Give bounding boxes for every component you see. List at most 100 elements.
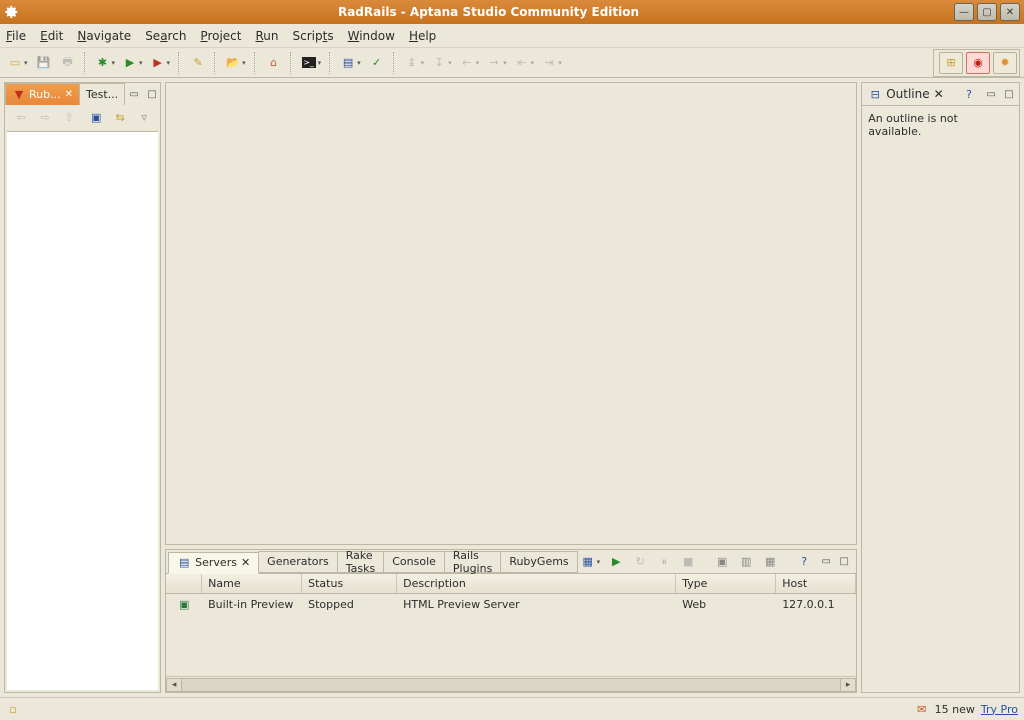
open-perspective-button[interactable]: ⊞ <box>939 52 963 74</box>
scroll-left-icon[interactable]: ◂ <box>166 678 182 692</box>
tab-label: Generators <box>267 555 329 568</box>
open-type-button[interactable]: 📂 <box>223 52 249 74</box>
outline-help-button[interactable]: ? <box>958 83 980 105</box>
close-icon[interactable]: ✕ <box>65 89 73 100</box>
home-button[interactable]: ⌂ <box>263 52 285 74</box>
nav-btn-5: ⇤ <box>512 52 538 74</box>
search-button[interactable]: ✎ <box>187 52 209 74</box>
view-btn-1[interactable]: ▣ <box>711 551 733 573</box>
print-button: 🖶 <box>57 52 79 74</box>
outline-icon: ⊟ <box>868 87 882 101</box>
nav-fwd-button: ⇨ <box>34 106 56 128</box>
maximize-panel-button[interactable]: □ <box>144 87 160 101</box>
tab-servers[interactable]: ▤ Servers ✕ <box>168 552 259 574</box>
minimize-panel-button[interactable]: ▭ <box>126 87 142 101</box>
minimize-button[interactable]: — <box>954 3 974 21</box>
horizontal-scrollbar[interactable]: ◂ ▸ <box>166 676 856 692</box>
outline-maximize-button[interactable]: □ <box>1001 87 1017 101</box>
cell-description: HTML Preview Server <box>397 598 676 611</box>
menu-project[interactable]: Project <box>200 29 241 43</box>
servers-table-body: ▣ Built-in Preview Stopped HTML Preview … <box>166 594 856 692</box>
start-server-button[interactable]: ▶ <box>605 551 627 573</box>
nav-btn-6: ⇥ <box>539 52 565 74</box>
menu-scripts[interactable]: Scripts <box>293 29 334 43</box>
tab-label: RubyGems <box>509 555 568 568</box>
tab-generators[interactable]: Generators <box>258 551 338 573</box>
link-editor-button[interactable]: ⇆ <box>109 106 131 128</box>
tab-label: Servers <box>195 556 237 569</box>
menubar: File Edit Navigate Search Project Run Sc… <box>0 24 1024 48</box>
nav-back-button: ⇦ <box>10 106 32 128</box>
menu-run[interactable]: Run <box>255 29 278 43</box>
tab-label: Test... <box>86 88 118 101</box>
check-button[interactable]: ✓ <box>366 52 388 74</box>
debug-button[interactable]: ✱ <box>93 52 119 74</box>
collapse-all-button[interactable]: ▣ <box>85 106 107 128</box>
new-button[interactable]: ▭ <box>5 52 31 74</box>
close-icon[interactable]: ✕ <box>934 87 944 101</box>
outline-panel: ⊟ Outline ✕ ? ▭ □ An outline is not avai… <box>861 82 1020 693</box>
menu-navigate[interactable]: Navigate <box>77 29 131 43</box>
outline-message: An outline is not available. <box>868 112 958 138</box>
stop-server-button: ■ <box>677 551 699 573</box>
col-name[interactable]: Name <box>202 574 302 593</box>
view-btn-3[interactable]: ▦ <box>759 551 781 573</box>
menu-search[interactable]: Search <box>145 29 186 43</box>
tab-ruby-explorer[interactable]: ▼ Rub... ✕ <box>5 83 80 105</box>
col-description[interactable]: Description <box>397 574 676 593</box>
run-button[interactable]: ▶ <box>120 52 146 74</box>
bottom-maximize-button[interactable]: □ <box>836 555 852 569</box>
add-server-button[interactable]: ▦ <box>578 551 604 573</box>
explorer-toolbar: ⇦ ⇨ ⇧ ▣ ⇆ ▿ <box>5 105 160 129</box>
menu-file[interactable]: File <box>6 29 26 43</box>
col-status[interactable]: Status <box>302 574 397 593</box>
tab-label: Rails Plugins <box>453 549 492 575</box>
status-new-count: 15 new <box>935 703 975 716</box>
try-pro-link[interactable]: Try Pro <box>981 703 1018 716</box>
nav-up-button: ⇧ <box>58 106 80 128</box>
outline-minimize-button[interactable]: ▭ <box>983 87 999 101</box>
servers-toolbar-button[interactable]: ▤ <box>338 52 364 74</box>
tab-console[interactable]: Console <box>383 551 445 573</box>
help-button[interactable]: ? <box>793 551 815 573</box>
editor-panel: ▭ □ <box>165 82 857 545</box>
forward-button: → <box>484 52 510 74</box>
explorer-panel: ▼ Rub... ✕ Test... ▭ □ ⇦ ⇨ ⇧ ▣ ⇆ ▿ <box>4 82 161 693</box>
maximize-button[interactable]: ▢ <box>977 3 997 21</box>
outline-header: ⊟ Outline ✕ ? ▭ □ <box>862 83 1019 105</box>
run-last-button[interactable]: ▶ <box>148 52 174 74</box>
restart-server-button: ↻ <box>629 551 651 573</box>
terminal-button[interactable]: >_ <box>299 52 325 74</box>
menu-edit[interactable]: Edit <box>40 29 63 43</box>
perspective-other[interactable]: ✹ <box>993 52 1017 74</box>
tab-rubygems[interactable]: RubyGems <box>500 551 577 573</box>
perspective-radrails[interactable]: ◉ <box>966 52 990 74</box>
cell-host: 127.0.0.1 <box>776 598 856 611</box>
view-btn-2[interactable]: ▥ <box>735 551 757 573</box>
status-icon: ▫ <box>6 702 20 716</box>
bottom-minimize-button[interactable]: ▭ <box>818 555 834 569</box>
servers-table-header: Name Status Description Type Host <box>166 574 856 594</box>
scroll-right-icon[interactable]: ▸ <box>840 678 856 692</box>
explorer-tabs: ▼ Rub... ✕ Test... ▭ □ <box>5 83 160 105</box>
close-window-button[interactable]: ✕ <box>1000 3 1020 21</box>
tab-rails-plugins[interactable]: Rails Plugins <box>444 551 501 573</box>
table-row[interactable]: ▣ Built-in Preview Stopped HTML Preview … <box>166 594 856 614</box>
tab-test[interactable]: Test... <box>79 83 125 105</box>
menu-window[interactable]: Window <box>348 29 395 43</box>
col-host[interactable]: Host <box>776 574 856 593</box>
app-gear-icon <box>4 4 20 20</box>
editor-area[interactable] <box>170 87 852 540</box>
menu-help[interactable]: Help <box>409 29 436 43</box>
pause-server-button: ⏸ <box>653 551 675 573</box>
explorer-content[interactable] <box>7 131 158 690</box>
col-type[interactable]: Type <box>676 574 776 593</box>
back-button: ← <box>457 52 483 74</box>
close-icon[interactable]: ✕ <box>241 556 250 569</box>
statusbar: ▫ ✉ 15 new Try Pro <box>0 697 1024 720</box>
titlebar: RadRails - Aptana Studio Community Editi… <box>0 0 1024 24</box>
tab-rake-tasks[interactable]: Rake Tasks <box>337 551 384 573</box>
view-menu-button[interactable]: ▿ <box>133 106 155 128</box>
nav-btn-2: ↧ <box>429 52 455 74</box>
perspective-switcher: ⊞ ◉ ✹ <box>933 49 1020 77</box>
